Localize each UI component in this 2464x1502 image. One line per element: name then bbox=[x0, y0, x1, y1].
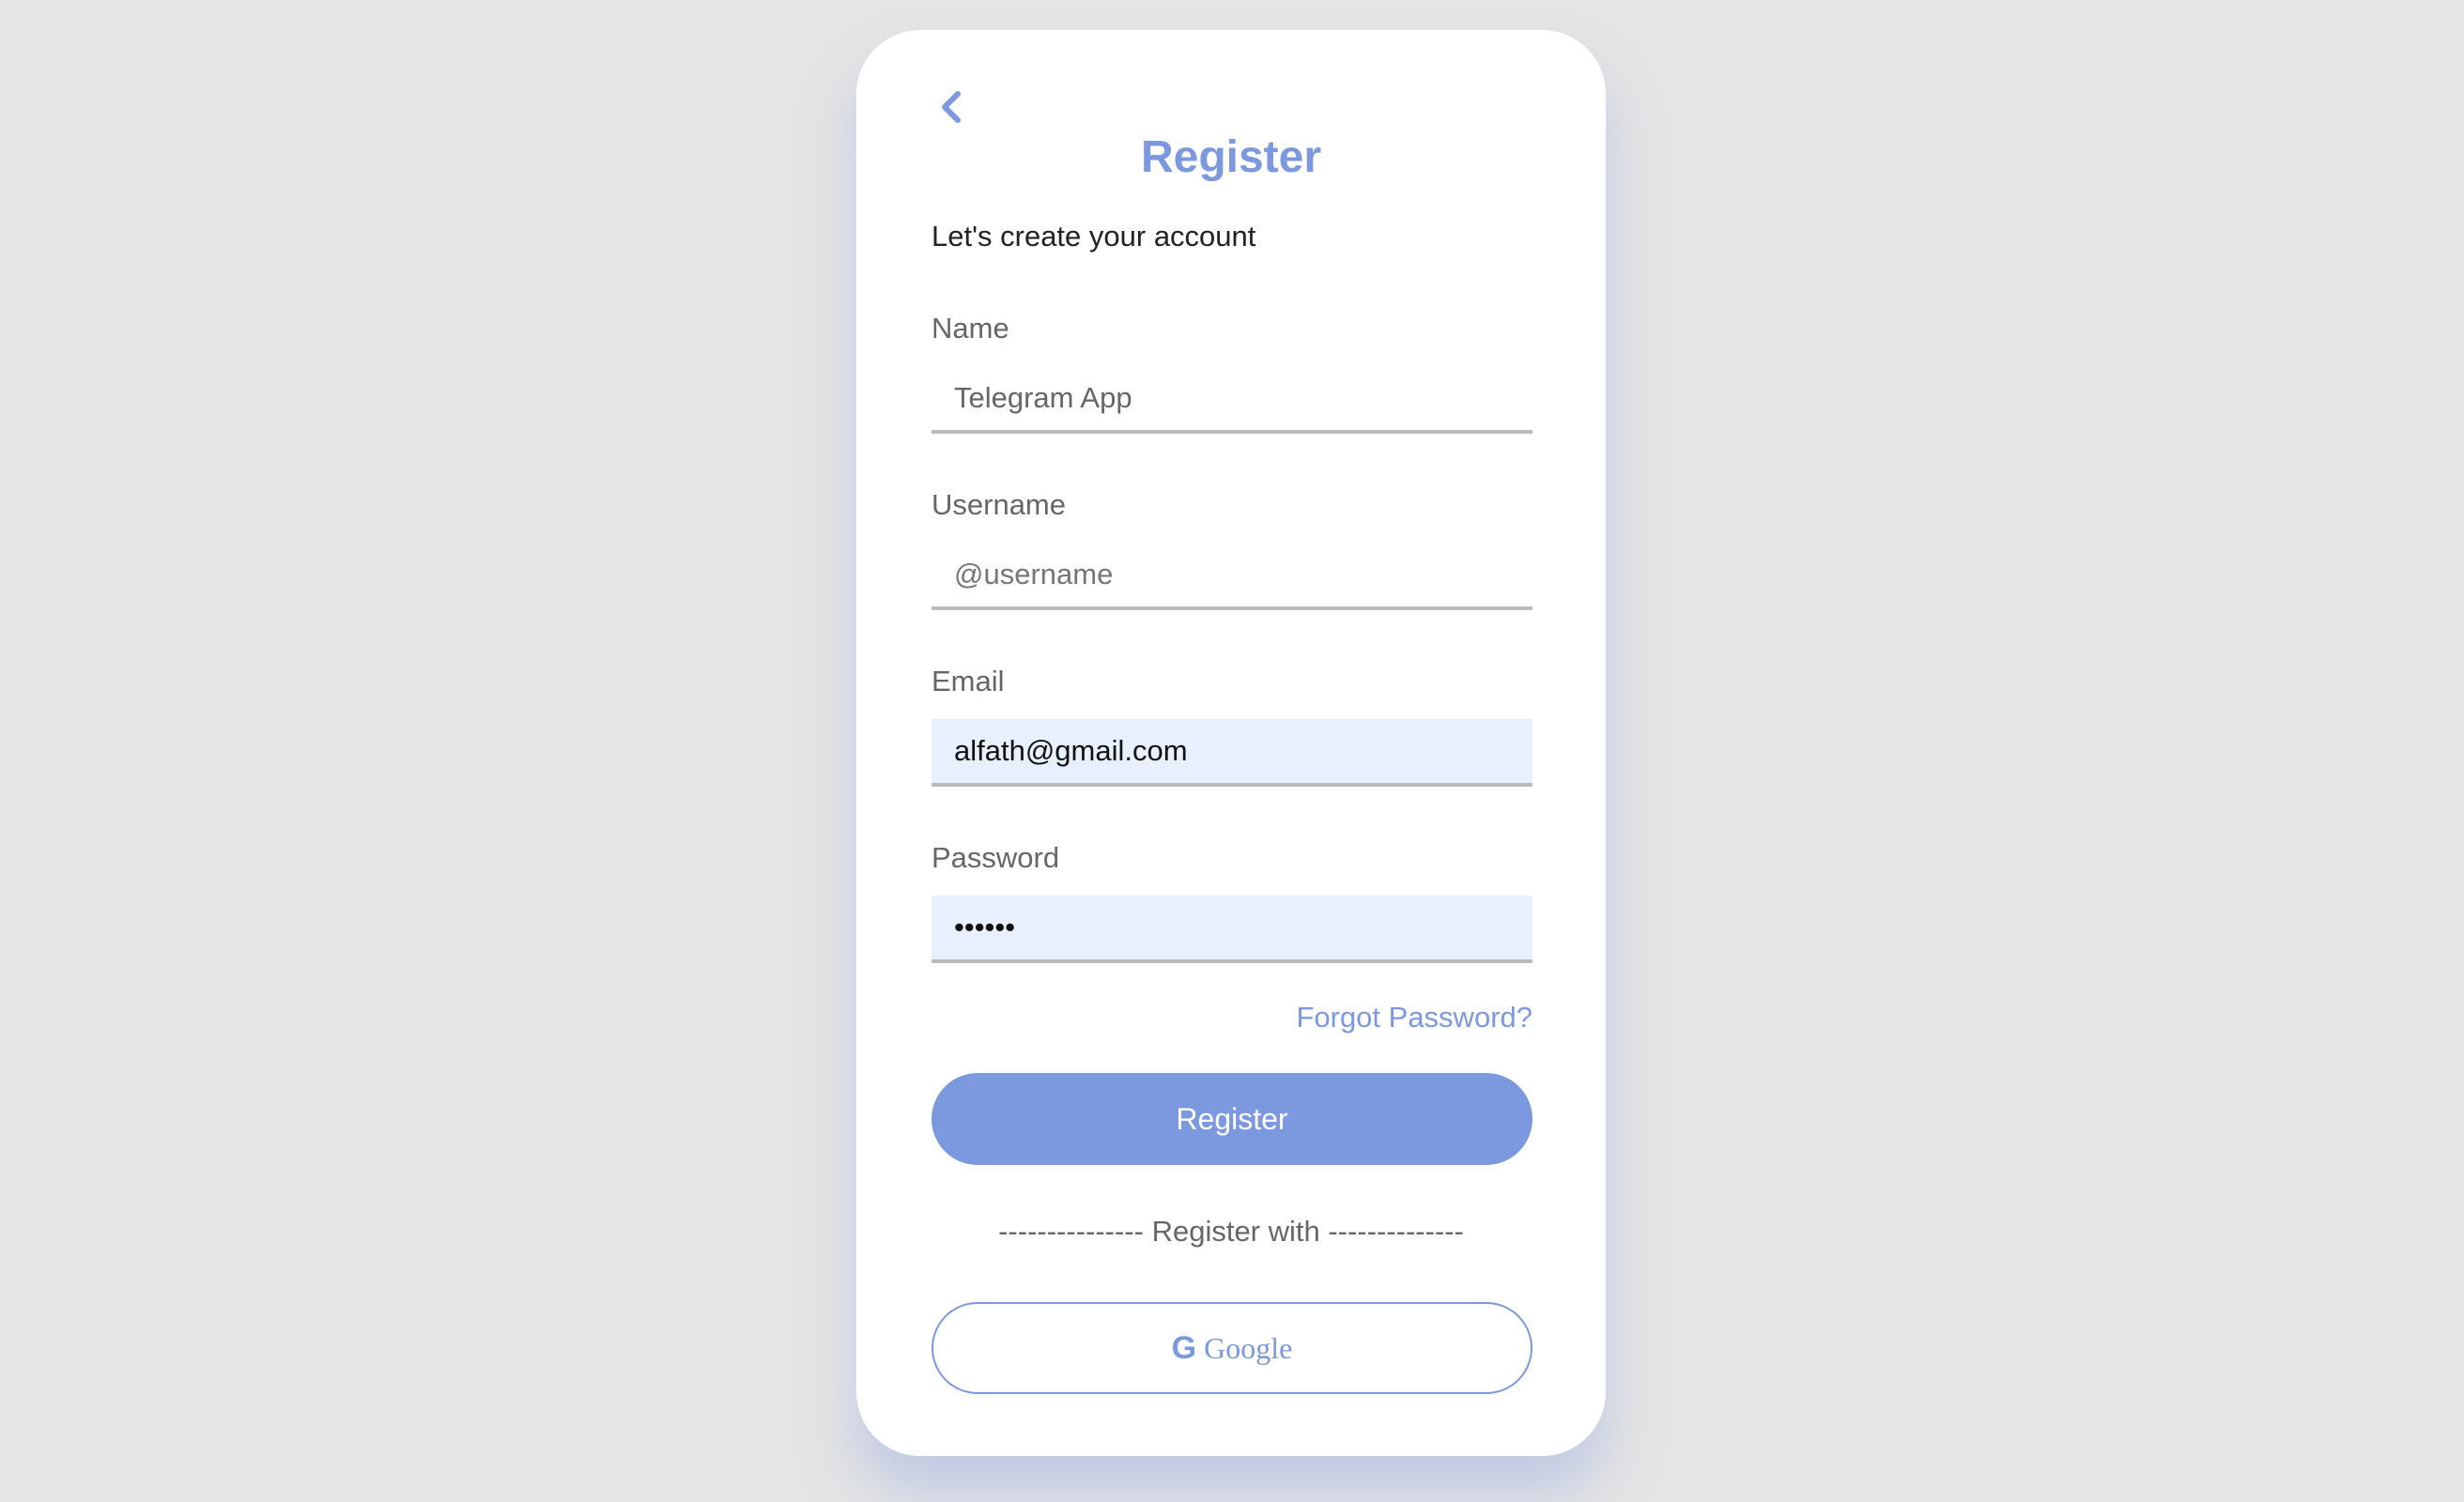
register-with-divider: --------------- Register with ----------… bbox=[998, 1215, 1464, 1248]
page-subtitle: Let's create your account bbox=[932, 220, 1256, 253]
page-title: Register bbox=[1140, 132, 1322, 182]
google-register-button[interactable]: G Google bbox=[932, 1302, 1532, 1394]
forgot-password-link[interactable]: Forgot Password? bbox=[1296, 1001, 1532, 1035]
register-button[interactable]: Register bbox=[932, 1073, 1532, 1165]
name-label: Name bbox=[932, 312, 1009, 345]
back-chevron-icon[interactable] bbox=[933, 88, 971, 126]
email-label: Email bbox=[932, 665, 1005, 697]
email-input[interactable] bbox=[932, 719, 1532, 787]
username-label: Username bbox=[932, 488, 1066, 521]
username-input[interactable] bbox=[932, 543, 1532, 610]
name-input[interactable] bbox=[932, 366, 1532, 434]
google-icon: G bbox=[1171, 1329, 1197, 1366]
password-label: Password bbox=[932, 841, 1060, 874]
password-input[interactable] bbox=[932, 896, 1532, 963]
register-card: Register Let's create your account Name … bbox=[856, 30, 1606, 1456]
google-button-label: Google bbox=[1204, 1330, 1293, 1365]
